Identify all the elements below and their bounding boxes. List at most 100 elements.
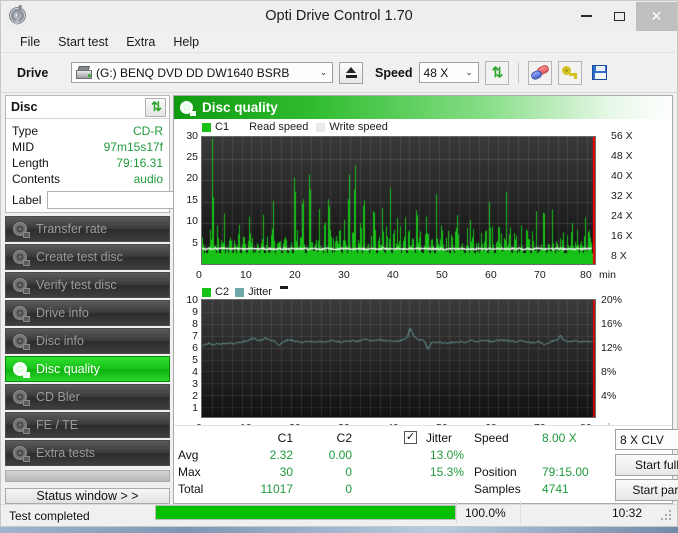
start-part-button[interactable]: Start part bbox=[615, 479, 678, 501]
title-bar: Opti Drive Control 1.70 ✕ bbox=[1, 1, 677, 31]
menu-item-file[interactable]: File bbox=[11, 33, 49, 51]
disc-refresh-button[interactable]: ⇅ bbox=[145, 98, 166, 117]
sidebar-item-label: Transfer rate bbox=[36, 222, 107, 236]
legend-swatch-jitter bbox=[235, 288, 244, 297]
c1-plot[interactable] bbox=[201, 136, 596, 265]
jitter-checkbox[interactable]: ✓ bbox=[404, 431, 417, 444]
c1-xtick-50: 50 bbox=[436, 269, 448, 281]
application-window: Opti Drive Control 1.70 ✕ File Start tes… bbox=[0, 0, 678, 527]
c1-ytick-30: 30 bbox=[176, 130, 198, 142]
menu-item-help[interactable]: Help bbox=[164, 33, 208, 51]
status-message: Test completed bbox=[9, 509, 90, 523]
stats-avg-jitter: 13.0% bbox=[406, 448, 464, 462]
c1-xtick-40: 40 bbox=[387, 269, 399, 281]
statusbar-divider-2 bbox=[520, 501, 521, 523]
sidebar-item-transfer-rate[interactable]: Transfer rate bbox=[5, 216, 170, 242]
c1-speed-tick-8x: 8 X bbox=[611, 250, 627, 262]
disc-row-value: CD-R bbox=[133, 124, 163, 138]
menu-bar: File Start test Extra Help bbox=[1, 31, 677, 53]
drive-label: Drive bbox=[9, 66, 65, 80]
menu-item-start-test[interactable]: Start test bbox=[49, 33, 117, 51]
c1-legend: C1 Read speed Write speed bbox=[202, 121, 388, 133]
status-window-button[interactable]: Status window > > bbox=[5, 488, 170, 504]
stats-total-c2: 0 bbox=[306, 482, 352, 496]
resize-grip-icon[interactable] bbox=[661, 510, 673, 522]
write-strategy-select[interactable]: 8 X CLV ⌄ bbox=[615, 429, 678, 450]
disc-row-key: Contents bbox=[12, 172, 60, 186]
c2-ytick-7: 7 bbox=[176, 330, 198, 342]
key-icon[interactable] bbox=[558, 61, 582, 85]
c1-speed-tick-16x: 16 X bbox=[611, 230, 633, 242]
maximize-icon[interactable] bbox=[603, 2, 636, 31]
start-full-button[interactable]: Start full bbox=[615, 454, 678, 476]
c2-ytick-1: 1 bbox=[176, 402, 198, 414]
legend-label-read-speed: Read speed bbox=[249, 121, 308, 133]
c2-jitter-plot[interactable] bbox=[201, 299, 596, 418]
stats-avg-c1: 2.32 bbox=[247, 448, 293, 462]
c2-ytick-4: 4 bbox=[176, 366, 198, 378]
disc-label-row: Label bbox=[6, 187, 169, 212]
disc-row-length: Length 79:16.31 bbox=[6, 155, 169, 171]
eject-button[interactable] bbox=[339, 62, 363, 84]
stats-max-c2: 0 bbox=[306, 465, 352, 479]
sidebar-item-label: Disc quality bbox=[36, 362, 100, 376]
close-icon[interactable]: ✕ bbox=[636, 2, 677, 31]
c2-ytick-3: 3 bbox=[176, 378, 198, 390]
legend-swatch-write-speed bbox=[316, 123, 325, 132]
disc-icon bbox=[12, 362, 29, 377]
app-icon bbox=[7, 5, 29, 27]
sidebar-item-label: Disc info bbox=[36, 334, 84, 348]
nav-spacer bbox=[5, 470, 170, 482]
main-panel: Disc quality C1 Read speed Write speed 3… bbox=[173, 95, 673, 504]
speed-select[interactable]: 48 X ⌄ bbox=[419, 62, 479, 83]
stats-row-label-max: Max bbox=[178, 465, 201, 479]
page-title: Disc quality bbox=[202, 100, 278, 115]
disc-row-value: audio bbox=[134, 172, 163, 186]
statistics-panel: C1 C2 ✓ Jitter Avg 2.32 0.00 13.0% Max 3… bbox=[174, 425, 672, 503]
sidebar-item-extra-tests[interactable]: Extra tests bbox=[5, 440, 170, 466]
legend-label-c2: C2 bbox=[215, 286, 229, 298]
sidebar-item-cd-bler[interactable]: CD Bler bbox=[5, 384, 170, 410]
minimize-icon[interactable] bbox=[570, 2, 603, 31]
write-strategy-value: 8 X CLV bbox=[620, 433, 664, 447]
progress-bar-fill bbox=[156, 506, 455, 519]
menu-item-extra[interactable]: Extra bbox=[117, 33, 164, 51]
sidebar-item-disc-quality[interactable]: Disc quality bbox=[5, 356, 170, 382]
legend-swatch-c2 bbox=[202, 288, 211, 297]
c1-ytick-20: 20 bbox=[176, 172, 198, 184]
c1-ytick-15: 15 bbox=[176, 194, 198, 206]
sidebar-item-drive-info[interactable]: Drive info bbox=[5, 300, 170, 326]
stats-row-label-avg: Avg bbox=[178, 448, 198, 462]
chevron-down-icon: ⌄ bbox=[315, 63, 332, 82]
disc-row-mid: MID 97m15s17f bbox=[6, 139, 169, 155]
position-stat-label: Position bbox=[474, 465, 517, 479]
sidebar-item-fe-te[interactable]: FE / TE bbox=[5, 412, 170, 438]
sidebar-item-create-test-disc[interactable]: Create test disc bbox=[5, 244, 170, 270]
jitter-tick-12pct: 12% bbox=[601, 342, 622, 354]
refresh-icon[interactable]: ⇅ bbox=[485, 61, 509, 85]
c2-ytick-10: 10 bbox=[176, 294, 198, 306]
sidebar: Disc ⇅ Type CD-R MID 97m15s17f Length 79… bbox=[1, 93, 173, 504]
disc-row-type: Type CD-R bbox=[6, 123, 169, 139]
disc-row-value: 79:16.31 bbox=[116, 156, 163, 170]
c1-speed-tick-48x: 48 X bbox=[611, 150, 633, 162]
toolbar: Drive (G:) BENQ DVD DD DW1640 BSRB ⌄ Spe… bbox=[1, 53, 677, 93]
stats-avg-c2: 0.00 bbox=[306, 448, 352, 462]
save-icon[interactable] bbox=[588, 61, 612, 85]
drive-select-value: (G:) BENQ DVD DD DW1640 BSRB bbox=[96, 66, 289, 80]
toolbar-divider bbox=[518, 63, 519, 83]
legend-gap bbox=[233, 123, 245, 132]
disc-panel-header: Disc ⇅ bbox=[6, 96, 169, 119]
drive-select[interactable]: (G:) BENQ DVD DD DW1640 BSRB ⌄ bbox=[71, 62, 333, 83]
sidebar-item-disc-info[interactable]: Disc info bbox=[5, 328, 170, 354]
disc-row-key: Type bbox=[12, 124, 38, 138]
disc-icon bbox=[12, 334, 29, 349]
c2-ytick-9: 9 bbox=[176, 306, 198, 318]
erase-disc-icon[interactable] bbox=[528, 61, 552, 85]
sidebar-item-verify-test-disc[interactable]: Verify test disc bbox=[5, 272, 170, 298]
speed-stat-label: Speed bbox=[474, 431, 509, 445]
disc-row-key: Length bbox=[12, 156, 49, 170]
c1-speed-tick-24x: 24 X bbox=[611, 210, 633, 222]
c2-ytick-8: 8 bbox=[176, 318, 198, 330]
disc-icon bbox=[12, 418, 29, 433]
